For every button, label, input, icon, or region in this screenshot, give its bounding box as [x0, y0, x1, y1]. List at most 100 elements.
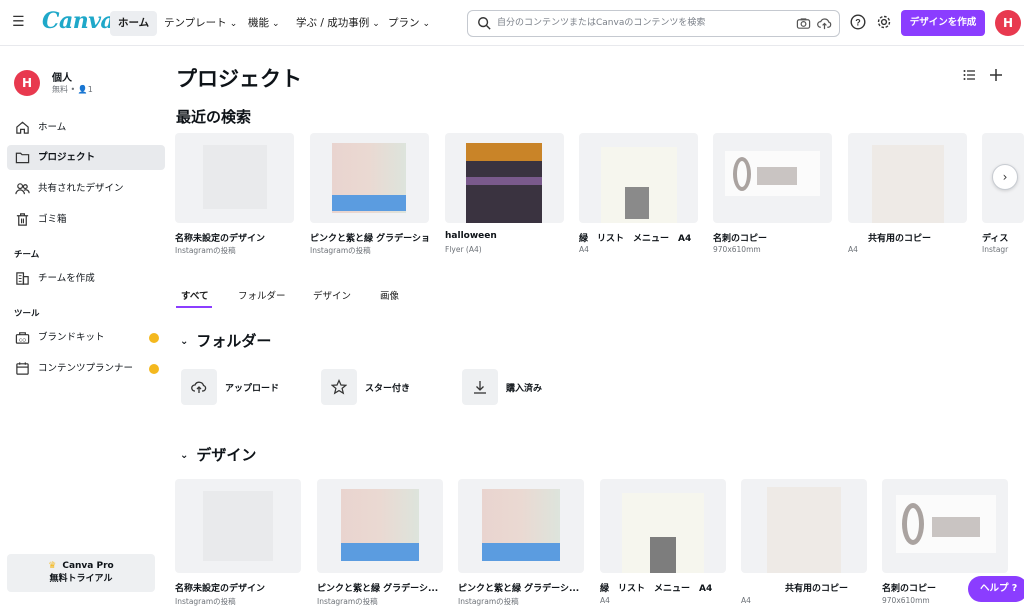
card-subtitle: Instagramの投稿 — [310, 246, 371, 255]
tab-designs[interactable]: デザイン — [313, 288, 351, 302]
camera-icon[interactable] — [796, 16, 811, 31]
card-subtitle: 970x610mm — [713, 245, 761, 254]
folder-label: スター付き — [365, 384, 411, 394]
tab-images[interactable]: 画像 — [380, 288, 399, 302]
star-icon — [331, 379, 347, 395]
card-thumbnail[interactable] — [310, 133, 429, 223]
sidebar-item-create-team[interactable]: チームを作成 — [7, 266, 165, 291]
thumbnail-band — [482, 543, 560, 561]
list-view-icon[interactable] — [962, 67, 978, 83]
sidebar-item-content-planner[interactable]: コンテンツプランナー — [7, 356, 165, 381]
folder-label: アップロード — [225, 384, 280, 394]
designs-section-heading[interactable]: ⌄ デザイン — [180, 444, 256, 465]
nav-plans-label: プラン — [388, 17, 420, 29]
sidebar-item-label: ホーム — [38, 122, 67, 133]
card-thumbnail[interactable] — [882, 479, 1008, 573]
crown-icon — [149, 333, 159, 343]
nav-features[interactable]: 機能 ⌄ — [240, 11, 288, 36]
thumbnail-image — [767, 487, 841, 573]
chevron-down-icon: ⌄ — [422, 19, 431, 29]
card-thumbnail[interactable] — [317, 479, 443, 573]
download-icon — [474, 381, 486, 394]
card-title: ディス — [982, 234, 1009, 244]
thumbnail-image — [203, 491, 273, 561]
card-thumbnail[interactable] — [579, 133, 698, 223]
nav-learn[interactable]: 学ぶ / 成功事例 ⌄ — [288, 11, 388, 36]
upload-cloud-icon[interactable] — [817, 16, 832, 31]
upload-cloud-icon — [191, 381, 207, 393]
card-thumbnail[interactable] — [445, 133, 564, 223]
help-button[interactable]: ヘルプ ? — [968, 576, 1024, 602]
menu-icon[interactable]: ☰ — [12, 14, 28, 30]
user-name[interactable]: 個人 — [52, 69, 72, 84]
card-thumbnail[interactable] — [741, 479, 867, 573]
nav-home[interactable]: ホーム — [110, 11, 158, 36]
thumbnail-band — [332, 195, 406, 211]
tab-folders[interactable]: フォルダー — [238, 288, 286, 302]
tools-heading: ツール — [14, 309, 40, 319]
sidebar-item-projects[interactable]: プロジェクト — [7, 145, 165, 170]
card-subtitle: Instagr — [982, 245, 1009, 254]
folder-label: 購入済み — [506, 384, 543, 394]
card-subtitle: Instagramの投稿 — [175, 246, 236, 255]
card-thumbnail[interactable] — [713, 133, 832, 223]
folders-section-heading[interactable]: ⌄ フォルダー — [180, 330, 271, 351]
gear-icon[interactable] — [876, 14, 892, 30]
thumbnail-block — [757, 167, 797, 185]
active-tab-indicator — [176, 306, 212, 308]
user-avatar[interactable]: H — [14, 70, 40, 96]
nav-plans[interactable]: プラン ⌄ — [380, 11, 438, 36]
card-thumbnail[interactable] — [458, 479, 584, 573]
canva-pro-trial-button[interactable]: ♛ Canva Pro 無料トライアル — [7, 554, 155, 592]
card-thumbnail[interactable] — [600, 479, 726, 573]
card-title: ピンクと紫と緑 グラデーション — [310, 234, 429, 244]
help-circle-icon[interactable]: ? — [850, 14, 866, 30]
nav-learn-label: 学ぶ / 成功事例 — [296, 17, 370, 29]
carousel-next-button[interactable]: › — [992, 164, 1018, 190]
plus-icon[interactable] — [988, 67, 1004, 83]
create-design-button[interactable]: デザインを作成 — [901, 10, 985, 36]
thumbnail-block — [902, 503, 924, 545]
card-title: 緑 リスト メニュー A4 — [600, 584, 713, 594]
folder-icon-box — [181, 369, 217, 405]
trial-line1: Canva Pro — [62, 561, 114, 571]
sidebar-item-label: 共有されたデザイン — [38, 183, 124, 194]
sidebar-item-brand-kit[interactable]: CO ブランドキット — [7, 325, 165, 350]
top-bar: ☰ Canva ホーム テンプレート ⌄ 機能 ⌄ 学ぶ / 成功事例 ⌄ プラン ⌄ … — [0, 0, 1024, 46]
folder-icon-box — [321, 369, 357, 405]
main-content: プロジェクト 最近の検索 名称未設定のデザイン Instagramの投稿 ピンク… — [170, 47, 1024, 606]
sidebar-item-label: プロジェクト — [38, 152, 96, 163]
avatar[interactable]: H — [995, 10, 1021, 36]
card-thumbnail[interactable] — [175, 133, 294, 223]
card-title: 名称未設定のデザイン — [175, 234, 266, 244]
thumbnail-band — [341, 543, 419, 561]
trial-line2: 無料トライアル — [49, 574, 113, 584]
search-input[interactable]: 自分のコンテンツまたはCanvaのコンテンツを検索 — [497, 11, 705, 36]
nav-templates[interactable]: テンプレート ⌄ — [156, 11, 245, 36]
crown-icon — [149, 364, 159, 374]
card-title: halloween — [445, 231, 497, 241]
canva-logo[interactable]: Canva — [42, 8, 115, 34]
card-title: 共有用のコピー — [868, 234, 932, 244]
brand-kit-icon: CO — [15, 332, 30, 344]
search-bar[interactable]: 自分のコンテンツまたはCanvaのコンテンツを検索 — [467, 10, 840, 37]
card-title: ピンクと紫と緑 グラデーシ... — [317, 584, 439, 594]
chevron-down-icon: ⌄ — [229, 19, 238, 29]
svg-text:?: ? — [855, 18, 861, 28]
sidebar-item-shared[interactable]: 共有されたデザイン — [7, 176, 165, 201]
building-icon — [16, 272, 29, 285]
sidebar-item-label: コンテンツプランナー — [38, 363, 134, 374]
sidebar-item-label: ゴミ箱 — [38, 214, 67, 225]
thumbnail-image — [872, 145, 944, 223]
chevron-down-icon: ⌄ — [372, 19, 380, 29]
people-icon — [15, 183, 30, 195]
sidebar-item-home[interactable]: ホーム — [7, 115, 165, 140]
tab-all[interactable]: すべて — [181, 288, 208, 302]
recent-card[interactable]: ディス Instagr — [982, 133, 1024, 263]
sidebar-item-trash[interactable]: ゴミ箱 — [7, 207, 165, 232]
thumbnail-block — [733, 157, 751, 191]
card-subtitle: A4 — [848, 245, 858, 254]
card-subtitle: Flyer (A4) — [445, 245, 482, 254]
card-thumbnail[interactable] — [848, 133, 967, 223]
card-thumbnail[interactable] — [175, 479, 301, 573]
